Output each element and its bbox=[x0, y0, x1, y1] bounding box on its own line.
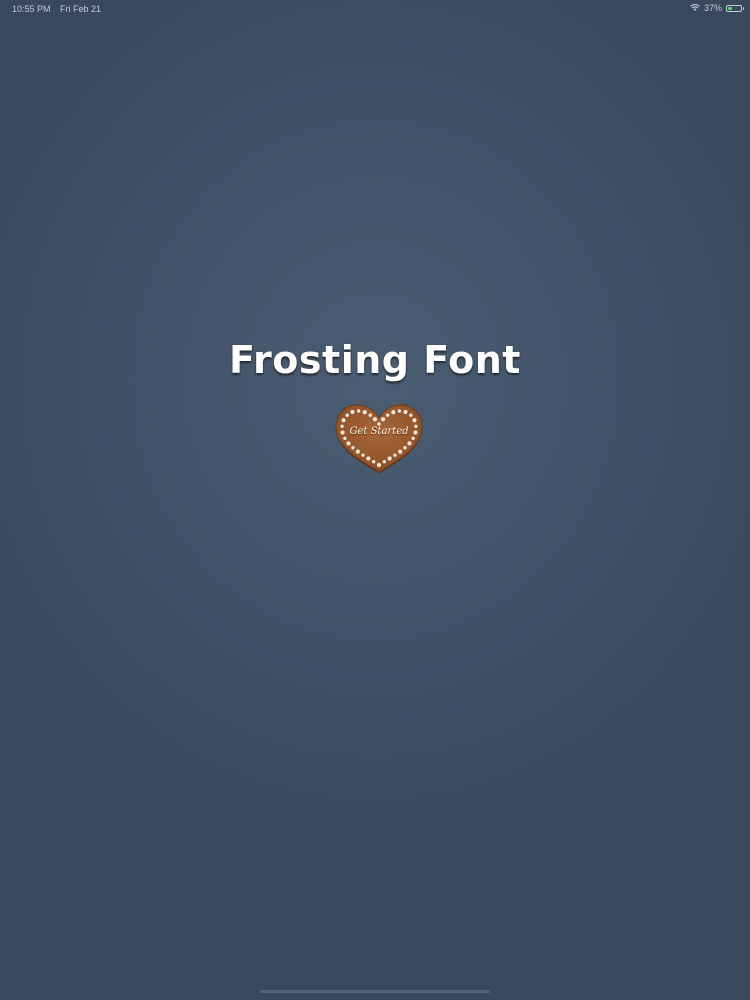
get-started-label: Get Started bbox=[349, 426, 409, 437]
battery-level-fill bbox=[728, 6, 732, 10]
icing-dot bbox=[362, 410, 367, 415]
icing-dot bbox=[407, 441, 412, 446]
battery-percentage: 37% bbox=[703, 3, 722, 13]
icing-dot bbox=[412, 418, 417, 423]
battery-icon bbox=[726, 4, 744, 12]
icing-dot bbox=[393, 453, 397, 457]
icing-dot bbox=[371, 459, 376, 464]
icing-dot bbox=[380, 417, 386, 422]
icing-dot bbox=[403, 409, 408, 415]
icing-dot bbox=[368, 413, 372, 417]
wifi-icon bbox=[690, 4, 700, 11]
status-bar: 10:55 PM Fri Feb 21 37% bbox=[0, 0, 750, 18]
icing-dot bbox=[409, 413, 413, 417]
gingerbread-heart-icon bbox=[335, 404, 423, 474]
icing-dot bbox=[391, 410, 396, 415]
icing-dot bbox=[343, 436, 347, 440]
get-started-button[interactable]: Get Started bbox=[332, 402, 426, 474]
icing-dot bbox=[387, 456, 392, 461]
icing-dot bbox=[345, 413, 349, 417]
icing-dot bbox=[376, 462, 382, 468]
app-title: Frosting Font bbox=[229, 338, 521, 382]
icing-dot bbox=[341, 418, 346, 423]
icing-dot bbox=[361, 453, 365, 457]
icing-dot bbox=[386, 413, 390, 417]
home-indicator[interactable] bbox=[260, 990, 490, 993]
icing-dot bbox=[411, 436, 415, 440]
icing-dot bbox=[403, 446, 407, 450]
icing-dot bbox=[382, 459, 387, 464]
status-indicators: 37% bbox=[690, 3, 744, 13]
icing-dot bbox=[350, 409, 355, 415]
status-time: 10:55 PM bbox=[12, 4, 51, 14]
icing-dot bbox=[356, 409, 361, 413]
icing-dot bbox=[366, 456, 371, 461]
icing-dot bbox=[351, 446, 355, 450]
status-date: Fri Feb 21 bbox=[60, 4, 102, 14]
icing-dot bbox=[397, 409, 402, 413]
icing-dot bbox=[355, 449, 360, 454]
icing-dot bbox=[398, 449, 403, 454]
icing-dot bbox=[346, 441, 351, 446]
icing-dot bbox=[372, 417, 378, 422]
